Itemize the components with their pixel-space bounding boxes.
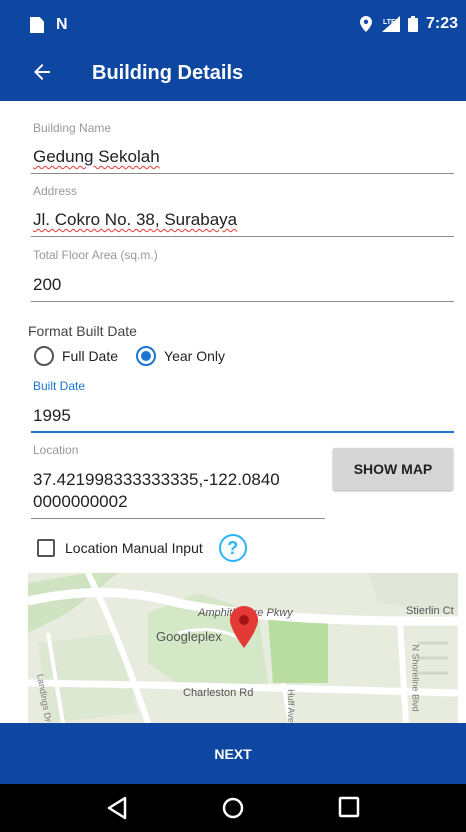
radio-year-only-label[interactable]: Year Only [164, 348, 225, 364]
location-manual-input-row: Location Manual Input ? [37, 534, 247, 562]
system-nav-bar [0, 784, 466, 832]
map-label-huff: Huff Ave [285, 689, 296, 723]
location-input[interactable]: 37.421998333333335,-122.0840 0000000002 [33, 469, 280, 513]
building-name-label: Building Name [33, 121, 112, 135]
map-graphics [28, 573, 458, 723]
svg-text:LTE: LTE [383, 19, 396, 26]
status-bar: N LTE 7:23 [0, 0, 466, 50]
building-name-value: Gedung Sekolah [33, 147, 160, 166]
help-icon[interactable]: ? [218, 534, 247, 562]
back-arrow-icon[interactable] [30, 60, 58, 88]
format-radio-group: Full Date Year Only [34, 346, 225, 366]
built-date-input[interactable]: 1995 [33, 406, 71, 426]
building-name-underline [31, 173, 454, 174]
building-name-input[interactable]: Gedung Sekolah [33, 147, 160, 167]
nav-recents-icon[interactable] [338, 796, 360, 818]
location-label: Location [33, 443, 79, 457]
format-built-date-label: Format Built Date [28, 323, 137, 339]
sd-card-icon [30, 17, 44, 33]
show-map-button[interactable]: SHOW MAP [333, 448, 453, 490]
map-label-charleston: Charleston Rd [183, 687, 254, 699]
nav-home-icon[interactable] [221, 796, 245, 820]
radio-full-date[interactable] [34, 346, 54, 366]
battery-icon [407, 16, 418, 32]
address-value: Jl. Cokro No. 38, Surabaya [33, 210, 238, 229]
app-bar: Building Details [0, 50, 466, 101]
next-button[interactable]: NEXT [0, 723, 466, 784]
location-underline [31, 518, 325, 519]
page-title: Building Details [92, 62, 244, 84]
built-date-label: Built Date [33, 379, 86, 393]
floor-area-underline [31, 301, 454, 302]
nav-back-icon[interactable] [106, 796, 128, 820]
location-manual-input-checkbox[interactable] [37, 539, 55, 557]
location-manual-input-label[interactable]: Location Manual Input [65, 540, 203, 556]
map-marker-icon[interactable] [230, 606, 258, 648]
address-input[interactable]: Jl. Cokro No. 38, Surabaya [33, 210, 237, 230]
address-label: Address [33, 184, 78, 198]
map-label-stierlin: Stierlin Ct [406, 605, 454, 617]
built-date-underline [31, 431, 454, 433]
notification-n-icon: N [56, 16, 68, 33]
location-value-line1: 37.421998333333335,-122.0840 [33, 470, 280, 489]
map-view[interactable]: Amphitheatre Pkwy Googleplex Charleston … [28, 573, 458, 723]
location-value-line2: 0000000002 [33, 492, 128, 511]
radio-full-date-label[interactable]: Full Date [62, 348, 118, 364]
radio-year-only[interactable] [136, 346, 157, 366]
signal-icon: LTE [381, 16, 400, 32]
clock: 7:23 [425, 15, 458, 32]
map-label-shoreline: N Shoreline Blvd [410, 644, 421, 712]
address-underline [31, 236, 454, 237]
map-label-googleplex: Googleplex [156, 629, 222, 644]
location-pin-icon [359, 16, 372, 32]
floor-area-input[interactable]: 200 [33, 275, 61, 295]
form-content: Building Name Gedung Sekolah Address Jl.… [0, 101, 466, 723]
floor-area-label: Total Floor Area (sq.m.) [33, 248, 158, 262]
